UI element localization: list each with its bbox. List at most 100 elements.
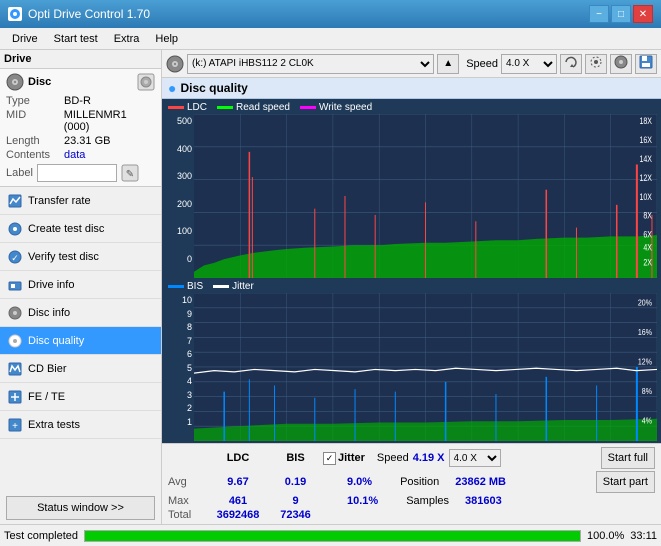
length-key: Length bbox=[6, 135, 64, 147]
save-button[interactable] bbox=[635, 54, 657, 74]
bis-legend-label: BIS bbox=[187, 281, 203, 292]
speed-stat-label: Speed bbox=[377, 452, 409, 464]
nav-create-test-disc-label: Create test disc bbox=[28, 223, 104, 235]
nav-fe-te-label: FE / TE bbox=[28, 391, 65, 403]
bis-col-header: BIS bbox=[268, 452, 323, 464]
create-test-disc-icon bbox=[8, 222, 22, 236]
contents-value: data bbox=[64, 149, 85, 161]
chart-header-icon: ● bbox=[168, 80, 176, 96]
svg-text:4%: 4% bbox=[642, 416, 652, 426]
disc-button[interactable] bbox=[610, 54, 632, 74]
cd-bier-icon bbox=[8, 362, 22, 376]
bottom-chart-svg: 20% 16% 12% 8% 4% bbox=[194, 293, 657, 441]
speed-stat-selector[interactable]: 4.0 X bbox=[449, 449, 501, 467]
nav-disc-info[interactable]: Disc info bbox=[0, 299, 161, 327]
nav-create-test-disc[interactable]: Create test disc bbox=[0, 215, 161, 243]
jitter-col-header: Jitter bbox=[338, 452, 365, 464]
svg-text:✎: ✎ bbox=[126, 169, 134, 180]
y-axis-200: 200 bbox=[177, 199, 192, 209]
position-label: Position bbox=[400, 476, 439, 488]
svg-text:16%: 16% bbox=[638, 327, 652, 337]
menu-drive[interactable]: Drive bbox=[4, 31, 46, 47]
y2-axis-3: 3 bbox=[187, 390, 192, 400]
menu-bar: Drive Start test Extra Help bbox=[0, 28, 661, 50]
svg-text:18X: 18X bbox=[639, 116, 652, 126]
svg-text:8%: 8% bbox=[642, 386, 652, 396]
label-input[interactable] bbox=[37, 164, 117, 182]
menu-extra[interactable]: Extra bbox=[106, 31, 148, 47]
disc-info-table: Type BD-R MID MILLENMR1 (000) Length 23.… bbox=[6, 95, 155, 182]
nav-extra-tests-label: Extra tests bbox=[28, 419, 80, 431]
avg-bis: 0.19 bbox=[268, 476, 323, 488]
jitter-legend-color bbox=[213, 285, 229, 288]
samples-value: 381603 bbox=[465, 495, 502, 507]
avg-label: Avg bbox=[168, 476, 208, 488]
drive-info-icon bbox=[8, 278, 22, 292]
minimize-button[interactable]: − bbox=[589, 5, 609, 23]
settings-button[interactable] bbox=[585, 54, 607, 74]
drive-selector[interactable]: (k:) ATAPI iHBS112 2 CL0K bbox=[187, 54, 434, 74]
max-jitter: 10.1% bbox=[347, 495, 378, 507]
y2-axis-5: 5 bbox=[187, 363, 192, 373]
jitter-legend-label: Jitter bbox=[232, 281, 254, 292]
bis-legend-color bbox=[168, 285, 184, 288]
svg-text:8X: 8X bbox=[643, 211, 652, 221]
write-speed-legend-label: Write speed bbox=[319, 102, 372, 113]
speed-stat-value: 4.19 X bbox=[413, 452, 445, 464]
progress-percent: 100.0% bbox=[587, 530, 624, 542]
total-label: Total bbox=[168, 509, 208, 521]
label-action-icon[interactable]: ✎ bbox=[121, 164, 139, 182]
start-full-button[interactable]: Start full bbox=[601, 447, 655, 469]
menu-help[interactable]: Help bbox=[147, 31, 186, 47]
close-button[interactable]: ✕ bbox=[633, 5, 653, 23]
eject-button[interactable]: ▲ bbox=[437, 54, 459, 74]
title-bar-text: Opti Drive Control 1.70 bbox=[28, 7, 150, 21]
svg-text:6X: 6X bbox=[643, 230, 652, 240]
extra-tests-icon: + bbox=[8, 418, 22, 432]
content-area: (k:) ATAPI iHBS112 2 CL0K ▲ Speed 4.0 X bbox=[162, 50, 661, 524]
write-speed-legend-color bbox=[300, 106, 316, 109]
bottom-chart-container: BIS Jitter 10 9 8 7 6 5 4 bbox=[166, 280, 657, 441]
maximize-button[interactable]: □ bbox=[611, 5, 631, 23]
menu-start-test[interactable]: Start test bbox=[46, 31, 106, 47]
title-bar: Opti Drive Control 1.70 − □ ✕ bbox=[0, 0, 661, 28]
length-value: 23.31 GB bbox=[64, 135, 110, 147]
nav-transfer-rate-label: Transfer rate bbox=[28, 195, 91, 207]
start-part-button[interactable]: Start part bbox=[596, 471, 655, 493]
nav-fe-te[interactable]: FE / TE bbox=[0, 383, 161, 411]
top-chart-svg: 18X 16X 14X 12X 10X 8X 6X 4X 2X bbox=[194, 114, 657, 278]
nav-transfer-rate[interactable]: Transfer rate bbox=[0, 187, 161, 215]
svg-text:14X: 14X bbox=[639, 154, 652, 164]
svg-text:4X: 4X bbox=[643, 243, 652, 253]
speed-selector[interactable]: 4.0 X bbox=[501, 54, 557, 74]
svg-text:+: + bbox=[12, 421, 18, 432]
svg-text:12%: 12% bbox=[638, 357, 652, 367]
avg-jitter: 9.0% bbox=[347, 476, 372, 488]
total-ldc: 3692468 bbox=[208, 509, 268, 521]
progress-bar-fill bbox=[85, 531, 580, 541]
disc-panel: Disc Type BD-R MID MILLENMR1 (000) bbox=[0, 69, 161, 187]
chart-title: Disc quality bbox=[180, 81, 247, 95]
fe-te-icon bbox=[8, 390, 22, 404]
svg-text:2X: 2X bbox=[643, 258, 652, 268]
y2-axis-4: 4 bbox=[187, 376, 192, 386]
jitter-checkbox[interactable]: ✓ bbox=[323, 452, 336, 465]
nav-extra-tests[interactable]: + Extra tests bbox=[0, 411, 161, 439]
y2-axis-6: 6 bbox=[187, 349, 192, 359]
drive-label: Drive bbox=[4, 53, 32, 65]
nav-disc-info-label: Disc info bbox=[28, 307, 70, 319]
refresh-button[interactable] bbox=[560, 54, 582, 74]
status-bar: Test completed 100.0% 33:11 bbox=[0, 524, 661, 546]
disc-action-icon bbox=[137, 73, 155, 91]
nav-verify-test-disc[interactable]: ✓ Verify test disc bbox=[0, 243, 161, 271]
status-window-button[interactable]: Status window >> bbox=[6, 496, 155, 520]
y-axis-400: 400 bbox=[177, 144, 192, 154]
nav-drive-info[interactable]: Drive info bbox=[0, 271, 161, 299]
total-bis: 72346 bbox=[268, 509, 323, 521]
nav-cd-bier[interactable]: CD Bier bbox=[0, 355, 161, 383]
max-bis: 9 bbox=[268, 495, 323, 507]
mid-value: MILLENMR1 (000) bbox=[64, 109, 155, 133]
nav-disc-quality[interactable]: Disc quality bbox=[0, 327, 161, 355]
y-axis-100: 100 bbox=[177, 226, 192, 236]
type-key: Type bbox=[6, 95, 64, 107]
